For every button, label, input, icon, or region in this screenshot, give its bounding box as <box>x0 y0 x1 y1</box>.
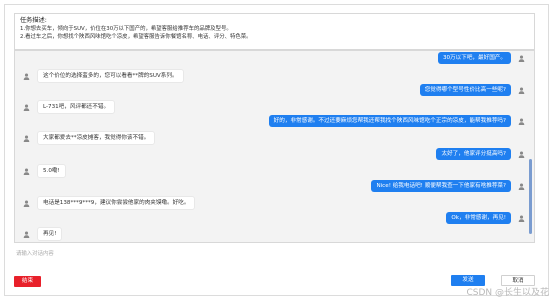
message-bubble: 您觉得哪个型号性价比高一些呢? <box>419 84 511 96</box>
message-user: Ok，非常感谢，再见! <box>446 212 526 224</box>
input-placeholder: 请输入对话内容 <box>16 251 54 257</box>
user-avatar-icon <box>516 181 526 191</box>
message-bubble: 再见! <box>37 227 63 241</box>
user-avatar-icon <box>516 213 526 223</box>
message-bubble: 30万以下吧，最好国产。 <box>437 52 511 64</box>
bot-avatar-icon <box>21 198 31 208</box>
message-bot: L-731吧，风评都还不错。 <box>21 100 116 114</box>
message-bot: 这个价位的选择蛮多的，您可以看看**牌的SUV系列。 <box>21 69 184 83</box>
message-user: 30万以下吧，最好国产。 <box>437 52 526 64</box>
message-bubble: 好的，非常感谢。不过还要麻烦您帮我还帮我找个陕西风味馆吃个正宗的凉皮，能帮我推荐… <box>268 115 511 127</box>
end-button[interactable]: 结束 <box>14 276 41 287</box>
message-user: Nice! 给我电话吧! 顺便帮我查一下他家有啥推荐菜? <box>371 180 526 192</box>
message-bubble: 5.0嘞! <box>37 164 66 178</box>
message-bot: 5.0嘞! <box>21 164 66 178</box>
task-line-1: 1.你想去买车，倾向于SUV，价位在30万以下国产的，希望客服给推荐车的品牌及型… <box>20 26 232 32</box>
user-avatar-icon <box>516 85 526 95</box>
message-bubble: Ok，非常感谢，再见! <box>446 212 511 224</box>
user-avatar-icon <box>516 116 526 126</box>
bot-avatar-icon <box>21 166 31 176</box>
user-avatar-icon <box>516 53 526 63</box>
watermark: CSDN @长生以及花 <box>466 288 549 298</box>
message-user: 您觉得哪个型号性价比高一些呢? <box>419 84 526 96</box>
message-input[interactable]: 请输入对话内容 <box>14 246 535 263</box>
message-bubble: 这个价位的选择蛮多的，您可以看看**牌的SUV系列。 <box>37 69 184 83</box>
message-bubble: Nice! 给我电话吧! 顺便帮我查一下他家有啥推荐菜? <box>371 180 511 192</box>
bot-avatar-icon <box>21 102 31 112</box>
message-bot: 电话是138***9***9，建议你尝尝他家的肉夹馍嘞。好吃。 <box>21 196 196 210</box>
message-bubble: 太好了，他家评分挺高吗? <box>436 148 511 160</box>
message-bubble: 大家都爱去**凉皮摊客，我觉得你该不错。 <box>37 131 156 145</box>
task-line-2: 2.看过车之后，你想找个陕西风味馆吃个凉皮，希望客服告诉你餐馆名称、电话、评分、… <box>20 34 252 40</box>
user-avatar-icon <box>516 149 526 159</box>
bot-avatar-icon <box>21 229 31 239</box>
task-description: 任务描述: 1.你想去买车，倾向于SUV，价位在30万以下国产的，希望客服给推荐… <box>14 13 535 50</box>
chat-scrollbar[interactable] <box>529 159 532 234</box>
message-bubble: 电话是138***9***9，建议你尝尝他家的肉夹馍嘞。好吃。 <box>37 196 196 210</box>
bot-avatar-icon <box>21 71 31 81</box>
task-title: 任务描述: <box>20 17 47 24</box>
message-bot: 再见! <box>21 227 63 241</box>
message-bubble: L-731吧，风评都还不错。 <box>37 100 116 114</box>
bot-avatar-icon <box>21 133 31 143</box>
message-user: 好的，非常感谢。不过还要麻烦您帮我还帮我找个陕西风味馆吃个正宗的凉皮，能帮我推荐… <box>268 115 526 127</box>
message-bot: 大家都爱去**凉皮摊客，我觉得你该不错。 <box>21 131 156 145</box>
message-user: 太好了，他家评分挺高吗? <box>436 148 526 160</box>
chat-history[interactable]: 30万以下吧，最好国产。 这个价位的选择蛮多的，您可以看看**牌的SUV系列。 … <box>14 50 535 243</box>
